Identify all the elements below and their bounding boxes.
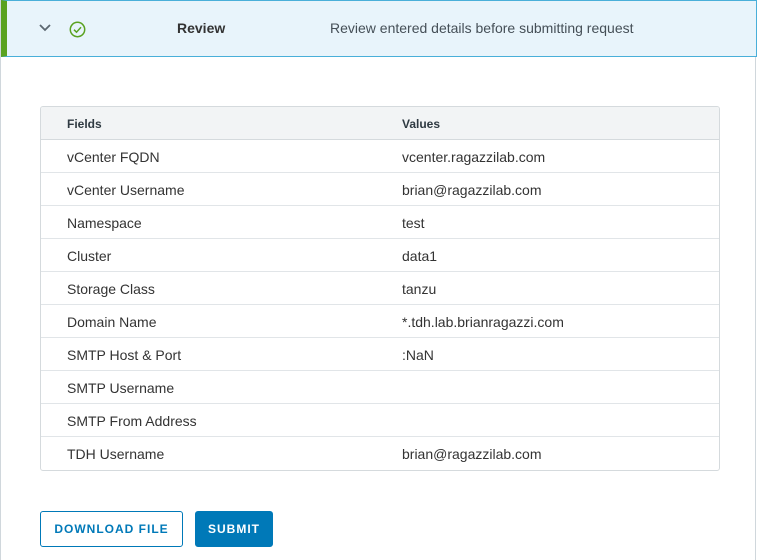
table-row: Cluster data1 [41, 239, 719, 272]
download-file-button[interactable]: DOWNLOAD FILE [40, 511, 183, 547]
submit-button[interactable]: SUBMIT [195, 511, 273, 547]
field-name: SMTP Username [67, 380, 175, 396]
check-circle-icon [69, 21, 86, 38]
field-name: SMTP Host & Port [67, 347, 182, 363]
table-row: vCenter FQDN vcenter.ragazzilab.com [41, 140, 719, 173]
review-datagrid: Fields Values vCenter FQDN vcenter.ragaz… [40, 106, 720, 471]
field-value: brian@ragazzilab.com [402, 446, 542, 462]
field-value: tanzu [402, 281, 437, 297]
table-row: SMTP From Address [41, 404, 719, 437]
field-name: Cluster [67, 248, 112, 264]
datagrid-header: Fields Values [41, 107, 719, 140]
field-value: :NaN [402, 347, 434, 363]
field-value: vcenter.ragazzilab.com [402, 149, 546, 165]
field-name: vCenter FQDN [67, 149, 160, 165]
field-name: Namespace [67, 215, 142, 231]
column-header-fields[interactable]: Fields [67, 117, 102, 131]
table-row: vCenter Username brian@ragazzilab.com [41, 173, 719, 206]
field-value: brian@ragazzilab.com [402, 182, 542, 198]
field-name: Storage Class [67, 281, 155, 297]
step-header[interactable]: Review Review entered details before sub… [1, 0, 757, 57]
chevron-down-icon[interactable] [37, 18, 53, 38]
field-name: Domain Name [67, 314, 157, 330]
table-row: SMTP Host & Port :NaN [41, 338, 719, 371]
field-value: data1 [402, 248, 438, 264]
table-row: TDH Username brian@ragazzilab.com [41, 437, 719, 470]
table-row: Namespace test [41, 206, 719, 239]
table-row: Domain Name *.tdh.lab.brianragazzi.com [41, 305, 719, 338]
step-title: Review [177, 20, 226, 36]
field-value: test [402, 215, 425, 231]
field-name: SMTP From Address [67, 413, 197, 429]
field-value: *.tdh.lab.brianragazzi.com [402, 314, 564, 330]
table-row: SMTP Username [41, 371, 719, 404]
table-row: Storage Class tanzu [41, 272, 719, 305]
field-name: vCenter Username [67, 182, 185, 198]
step-description: Review entered details before submitting… [330, 20, 634, 36]
review-step-panel: Review Review entered details before sub… [0, 0, 757, 560]
column-header-values[interactable]: Values [402, 117, 440, 131]
field-name: TDH Username [67, 446, 165, 462]
